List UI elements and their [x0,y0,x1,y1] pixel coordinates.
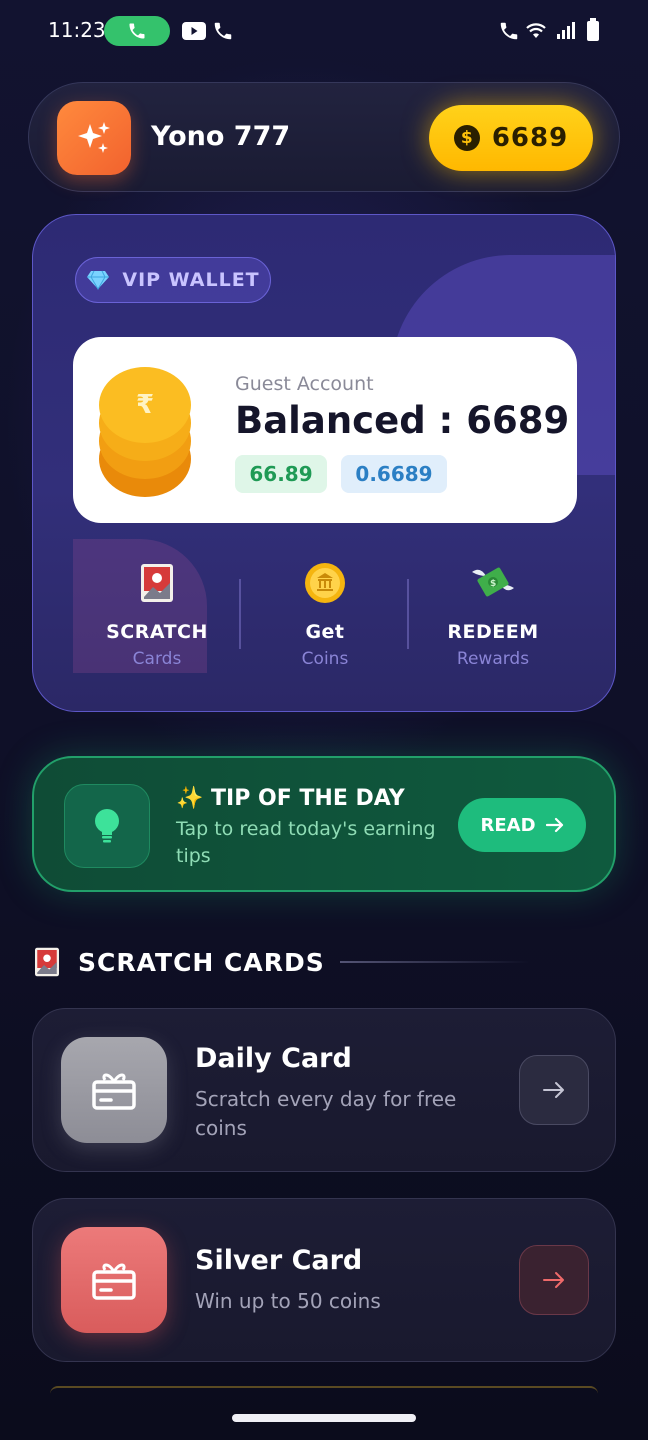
youtube-icon [182,22,206,40]
app-header: Yono 777 $ 6689 [28,82,620,192]
app-logo [57,101,131,175]
action-scratch-cards[interactable]: SCRATCH Cards [73,559,241,679]
daily-card-subtitle: Scratch every day for free coins [195,1087,457,1140]
vip-wallet-label: VIP WALLET [122,269,260,291]
action-get-subtitle: Coins [301,649,349,669]
action-scratch-subtitle: Cards [132,649,182,669]
vip-wallet-card: VIP WALLET ₹ Guest Account Balanced : 66… [32,214,616,712]
daily-card[interactable]: Daily Card Scratch every day for free co… [32,1008,616,1172]
diamond-icon [87,270,110,290]
rupee-coin-stack-icon: ₹ [99,367,191,497]
screen: 11:23 Yono 777 $ 6689 VIP WALLET ₹ Guest… [0,0,648,1440]
status-bar: 11:23 [0,0,648,60]
silver-card-open-button[interactable] [519,1245,589,1315]
next-card-peek [50,1386,598,1394]
coin-balance-pill[interactable]: $ 6689 [429,105,593,171]
wifi-icon [526,23,546,38]
tip-subtitle: Tap to read today's earning tips [176,818,436,867]
arrow-right-icon [545,817,563,833]
money-wings-icon: $ [472,567,514,597]
gift-card-icon [92,1263,136,1300]
ongoing-call-pill[interactable] [104,16,170,46]
balance-card: ₹ Guest Account Balanced : 6689 66.89 0.… [73,337,577,523]
phone-icon [214,22,232,40]
action-get-coins[interactable]: Get Coins [241,559,409,679]
daily-card-icon-box [61,1037,167,1143]
arrow-right-icon [543,1272,564,1288]
action-redeem-subtitle: Rewards [456,649,530,669]
app-name: Yono 777 [151,121,291,152]
svg-text:$: $ [490,579,496,589]
status-time: 11:23 [48,18,106,42]
tip-icon-box [64,784,150,868]
section-divider [340,961,530,963]
read-button-label: READ [480,814,536,836]
balance-chip-green: 66.89 [235,455,327,493]
wifi-call-icon [500,22,518,40]
battery-icon [587,18,599,41]
home-indicator[interactable] [232,1414,416,1422]
scratch-card-icon [35,947,59,977]
vip-wallet-badge: VIP WALLET [75,257,271,303]
scratch-card-icon [141,564,173,602]
daily-card-open-button[interactable] [519,1055,589,1125]
account-type-label: Guest Account [235,373,374,395]
signal-icon [557,22,575,39]
coin-icon [305,563,345,603]
section-title: SCRATCH CARDS [78,947,325,977]
silver-card-title: Silver Card [195,1245,363,1276]
action-get-title: Get [305,621,345,643]
tip-of-the-day-card[interactable]: ✨ TIP OF THE DAY Tap to read today's ear… [32,756,616,892]
coin-balance-value: 6689 [491,123,569,153]
scratch-cards-heading: SCRATCH CARDS [34,944,325,980]
silver-card[interactable]: Silver Card Win up to 50 coins [32,1198,616,1362]
action-redeem-rewards[interactable]: $ REDEEM Rewards [409,559,577,679]
dollar-coin-icon: $ [453,125,480,151]
silver-card-subtitle: Win up to 50 coins [195,1289,381,1313]
balance-chip-blue: 0.6689 [341,455,447,493]
read-button[interactable]: READ [458,798,586,852]
arrow-right-icon [543,1082,564,1098]
action-scratch-title: SCRATCH [106,621,208,643]
balance-amount: Balanced : 6689 [235,399,570,442]
silver-card-icon-box [61,1227,167,1333]
action-redeem-title: REDEEM [447,621,539,643]
phone-icon [129,23,145,39]
gift-card-icon [92,1073,136,1110]
lightbulb-icon [95,809,119,843]
tip-title: ✨ TIP OF THE DAY [176,786,405,811]
sparkles-icon [78,122,110,153]
daily-card-title: Daily Card [195,1043,352,1074]
